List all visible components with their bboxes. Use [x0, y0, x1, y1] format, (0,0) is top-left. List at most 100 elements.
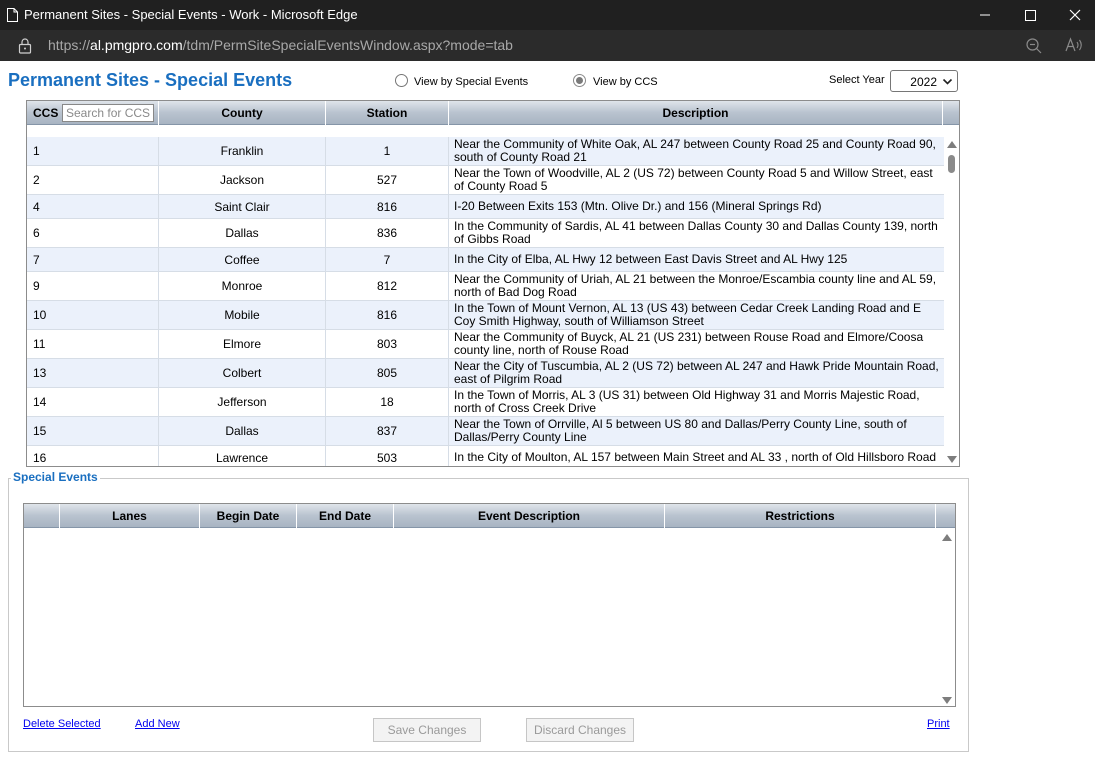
scroll-down-arrow-icon[interactable]: [942, 697, 952, 704]
header-spacer: [936, 504, 955, 528]
scroll-up-arrow-icon[interactable]: [947, 141, 957, 148]
description-cell: In the Town of Morris, AL 3 (US 31) betw…: [454, 388, 920, 415]
save-changes-button[interactable]: Save Changes: [373, 718, 481, 742]
grid-scrollbar[interactable]: [944, 137, 959, 466]
county-cell: Dallas: [159, 219, 326, 247]
ccs-cell: 13: [27, 359, 159, 387]
zoom-out-icon[interactable]: [1025, 37, 1043, 55]
table-row[interactable]: 10 Mobile 816 In the Town of Mount Vernon, …: [27, 301, 944, 330]
maximize-button[interactable]: [1007, 0, 1053, 30]
description-cell: Near the Community of Buyck, AL 21 (US 2…: [454, 330, 924, 357]
scroll-down-arrow-icon[interactable]: [947, 456, 957, 463]
table-row[interactable]: 9 Monroe 812 Near the Community of Uriah, A…: [27, 272, 944, 301]
county-cell: Lawrence: [159, 446, 326, 466]
table-row[interactable]: 11 Elmore 803 Near the Community of Buyck, …: [27, 330, 944, 359]
lanes-column-header[interactable]: Lanes: [60, 504, 200, 528]
view-by-special-events-label[interactable]: View by Special Events: [414, 76, 528, 88]
table-row[interactable]: 1 Franklin 1 Near the Community of White Oa…: [27, 137, 944, 166]
county-cell: Mobile: [159, 301, 326, 329]
description-cell: In the Town of Mount Vernon, AL 13 (US 4…: [454, 301, 921, 328]
window-title: Permanent Sites - Special Events - Work …: [24, 7, 358, 22]
station-cell: 836: [326, 219, 449, 247]
table-row[interactable]: 2 Jackson 527 Near the Town of Woodville, A…: [27, 166, 944, 195]
ccs-cell: 4: [27, 195, 159, 218]
ccs-cell: 15: [27, 417, 159, 445]
county-cell: Franklin: [159, 137, 326, 165]
view-by-ccs-radio[interactable]: [573, 74, 586, 87]
year-value: 2022: [910, 75, 937, 89]
lock-icon[interactable]: [18, 38, 32, 54]
end-date-column-header[interactable]: End Date: [297, 504, 394, 528]
view-by-ccs-label[interactable]: View by CCS: [593, 76, 658, 88]
station-cell: 1: [326, 137, 449, 165]
station-cell: 837: [326, 417, 449, 445]
url-domain: al.pmgpro.com: [90, 37, 183, 53]
window-title-bar: Permanent Sites - Special Events - Work …: [0, 0, 1095, 30]
ccs-cell: 7: [27, 248, 159, 271]
county-cell: Elmore: [159, 330, 326, 358]
county-column-header[interactable]: County: [159, 101, 326, 125]
view-by-special-events-radio[interactable]: [395, 74, 408, 87]
add-new-link[interactable]: Add New: [135, 718, 180, 730]
table-row[interactable]: 15 Dallas 837 Near the Town of Orrville, Al…: [27, 417, 944, 446]
delete-selected-link[interactable]: Delete Selected: [23, 718, 101, 730]
station-cell: 816: [326, 301, 449, 329]
ccs-cell: 11: [27, 330, 159, 358]
select-column-header[interactable]: [24, 504, 60, 528]
event-description-column-header[interactable]: Event Description: [394, 504, 665, 528]
scroll-up-arrow-icon[interactable]: [942, 534, 952, 541]
station-cell: 503: [326, 446, 449, 466]
minimize-icon: [980, 14, 990, 16]
ccs-cell: 16: [27, 446, 159, 466]
special-events-grid: Lanes Begin Date End Date Event Descript…: [23, 503, 956, 707]
ccs-grid-header: CCS County Station Description: [27, 101, 959, 125]
ccs-cell: 1: [27, 137, 159, 165]
chevron-down-icon: [942, 78, 953, 85]
county-cell: Coffee: [159, 248, 326, 271]
station-cell: 812: [326, 272, 449, 300]
discard-changes-button[interactable]: Discard Changes: [526, 718, 634, 742]
ccs-header-label: CCS: [33, 106, 59, 120]
table-row[interactable]: 6 Dallas 836 In the Community of Sardis, AL…: [27, 219, 944, 248]
station-cell: 803: [326, 330, 449, 358]
special-events-scrollbar[interactable]: [939, 530, 955, 706]
description-cell: Near the Town of Orrville, Al 5 between …: [454, 417, 907, 444]
description-column-header[interactable]: Description: [449, 101, 943, 125]
station-cell: 816: [326, 195, 449, 218]
ccs-search-input[interactable]: [62, 104, 154, 122]
table-row[interactable]: 14 Jefferson 18 In the Town of Morris, AL 3…: [27, 388, 944, 417]
ccs-cell: 2: [27, 166, 159, 194]
table-row[interactable]: 13 Colbert 805 Near the City of Tuscumbia, …: [27, 359, 944, 388]
table-row[interactable]: 16 Lawrence 503 In the City of Moulton, AL …: [27, 446, 944, 466]
ccs-column-header[interactable]: CCS: [27, 101, 159, 125]
close-button[interactable]: [1053, 0, 1095, 30]
county-cell: Monroe: [159, 272, 326, 300]
description-cell: Near the Community of Uriah, AL 21 betwe…: [454, 272, 937, 299]
begin-date-column-header[interactable]: Begin Date: [200, 504, 297, 528]
county-cell: Jackson: [159, 166, 326, 194]
maximize-icon: [1025, 10, 1036, 21]
station-cell: 7: [326, 248, 449, 271]
select-year-label: Select Year: [829, 74, 885, 86]
county-cell: Jefferson: [159, 388, 326, 416]
table-row[interactable]: 4 Saint Clair 816 I-20 Between Exits 153 (M…: [27, 195, 944, 219]
ccs-grid-body: 1 Franklin 1 Near the Community of White Oa…: [27, 137, 944, 466]
minimize-button[interactable]: [962, 0, 1008, 30]
description-cell: Near the Community of White Oak, AL 247 …: [454, 137, 936, 164]
url-field[interactable]: https://al.pmgpro.com/tdm/PermSiteSpecia…: [48, 37, 513, 53]
restrictions-column-header[interactable]: Restrictions: [665, 504, 936, 528]
county-cell: Dallas: [159, 417, 326, 445]
description-cell: In the Community of Sardis, AL 41 betwee…: [454, 219, 938, 246]
header-spacer: [943, 101, 959, 125]
print-link[interactable]: Print: [927, 718, 950, 730]
station-column-header[interactable]: Station: [326, 101, 449, 125]
url-prefix: https://: [48, 37, 91, 53]
station-cell: 527: [326, 166, 449, 194]
table-row[interactable]: 7 Coffee 7 In the City of Elba, AL Hwy 12 b…: [27, 248, 944, 272]
description-cell: In the City of Moulton, AL 157 between M…: [454, 450, 937, 464]
scroll-thumb[interactable]: [948, 155, 955, 173]
description-cell: In the City of Elba, AL Hwy 12 between E…: [454, 252, 848, 266]
read-aloud-icon[interactable]: [1064, 36, 1084, 54]
ccs-cell: 14: [27, 388, 159, 416]
year-select[interactable]: 2022: [890, 70, 958, 92]
